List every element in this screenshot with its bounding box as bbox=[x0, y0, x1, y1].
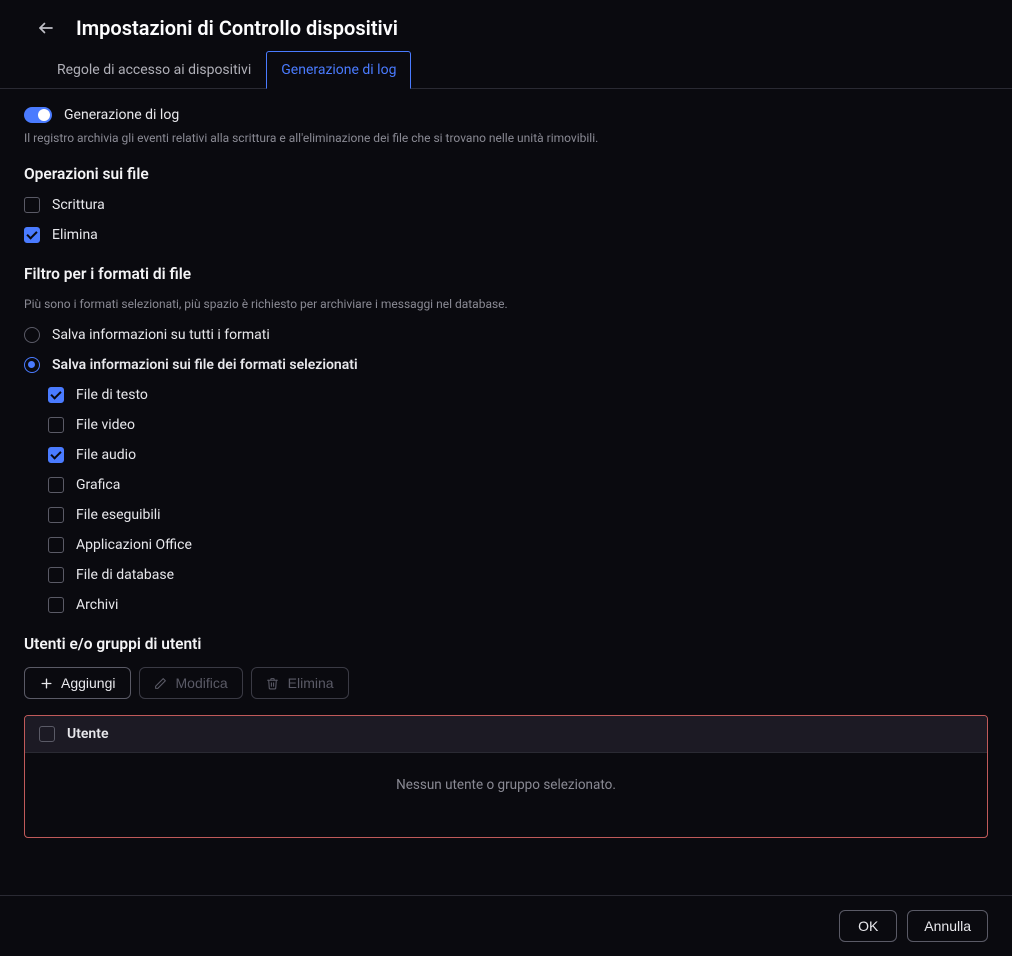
checkbox-text-files[interactable]: File di testo bbox=[48, 387, 988, 403]
label-audio-files: File audio bbox=[76, 447, 136, 463]
radio-selected-formats[interactable]: Salva informazioni sui file dei formati … bbox=[24, 357, 988, 373]
radio-all-formats[interactable]: Salva informazioni su tutti i formati bbox=[24, 327, 988, 343]
file-formats-subtext: Più sono i formati selezionati, più spaz… bbox=[24, 297, 988, 311]
radio-all-formats-label: Salva informazioni su tutti i formati bbox=[52, 327, 270, 343]
radio-icon bbox=[24, 327, 40, 343]
checkbox-icon bbox=[48, 417, 64, 433]
checkbox-icon bbox=[48, 567, 64, 583]
checkbox-icon bbox=[48, 507, 64, 523]
users-panel: Utente Nessun utente o gruppo selezionat… bbox=[24, 715, 988, 838]
label-database: File di database bbox=[76, 567, 174, 583]
logging-toggle[interactable] bbox=[24, 107, 52, 123]
checkbox-delete-label: Elimina bbox=[52, 227, 98, 243]
checkbox-delete[interactable]: Elimina bbox=[24, 227, 988, 243]
checkbox-icon bbox=[48, 387, 64, 403]
checkbox-icon bbox=[24, 227, 40, 243]
file-ops-title: Operazioni sui file bbox=[24, 165, 988, 183]
back-button[interactable] bbox=[34, 16, 58, 40]
checkbox-icon bbox=[48, 477, 64, 493]
plus-icon bbox=[39, 676, 53, 690]
checkbox-office[interactable]: Applicazioni Office bbox=[48, 537, 988, 553]
users-empty-message: Nessun utente o gruppo selezionato. bbox=[25, 753, 987, 837]
checkbox-write[interactable]: Scrittura bbox=[24, 197, 988, 213]
logging-toggle-label: Generazione di log bbox=[64, 107, 179, 123]
checkbox-icon bbox=[48, 597, 64, 613]
tab-logging[interactable]: Generazione di log bbox=[266, 51, 411, 89]
cancel-button[interactable]: Annulla bbox=[907, 910, 988, 942]
delete-user-button: Elimina bbox=[251, 667, 349, 699]
label-text-files: File di testo bbox=[76, 387, 148, 403]
tab-access-rules[interactable]: Regole di accesso ai dispositivi bbox=[42, 51, 266, 89]
checkbox-video-files[interactable]: File video bbox=[48, 417, 988, 433]
label-executables: File eseguibili bbox=[76, 507, 161, 523]
users-title: Utenti e/o gruppi di utenti bbox=[24, 635, 988, 653]
checkbox-graphics[interactable]: Grafica bbox=[48, 477, 988, 493]
radio-selected-formats-label: Salva informazioni sui file dei formati … bbox=[52, 357, 358, 373]
edit-user-button: Modifica bbox=[139, 667, 243, 699]
arrow-left-icon bbox=[37, 19, 55, 37]
logging-description: Il registro archivia gli eventi relativi… bbox=[24, 131, 988, 145]
label-office: Applicazioni Office bbox=[76, 537, 192, 553]
pencil-icon bbox=[154, 676, 168, 690]
label-archives: Archivi bbox=[76, 597, 118, 613]
checkbox-audio-files[interactable]: File audio bbox=[48, 447, 988, 463]
checkbox-archives[interactable]: Archivi bbox=[48, 597, 988, 613]
ok-button[interactable]: OK bbox=[839, 910, 897, 942]
trash-icon bbox=[266, 676, 280, 690]
delete-user-label: Elimina bbox=[288, 675, 334, 691]
file-formats-title: Filtro per i formati di file bbox=[24, 265, 988, 283]
users-column-header: Utente bbox=[67, 726, 109, 742]
checkbox-write-label: Scrittura bbox=[52, 197, 105, 213]
checkbox-executables[interactable]: File eseguibili bbox=[48, 507, 988, 523]
radio-icon bbox=[24, 357, 40, 373]
add-user-label: Aggiungi bbox=[61, 675, 116, 691]
edit-user-label: Modifica bbox=[176, 675, 228, 691]
page-title: Impostazioni di Controllo dispositivi bbox=[76, 16, 398, 40]
checkbox-icon bbox=[48, 447, 64, 463]
select-all-users-checkbox[interactable] bbox=[39, 726, 55, 742]
checkbox-icon bbox=[24, 197, 40, 213]
checkbox-database[interactable]: File di database bbox=[48, 567, 988, 583]
checkbox-icon bbox=[48, 537, 64, 553]
label-video-files: File video bbox=[76, 417, 135, 433]
add-user-button[interactable]: Aggiungi bbox=[24, 667, 131, 699]
label-graphics: Grafica bbox=[76, 477, 120, 493]
